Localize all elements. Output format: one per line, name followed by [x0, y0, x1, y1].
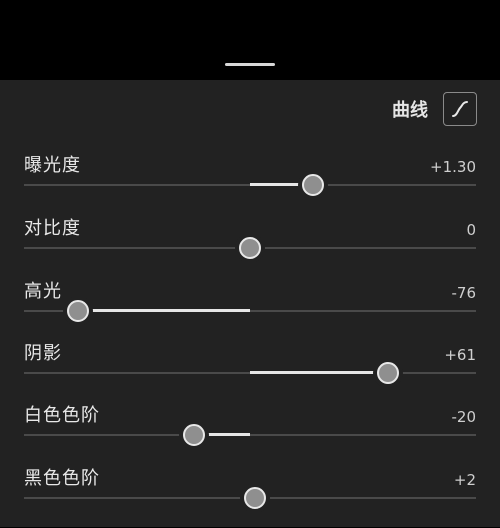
- slider-row-whites: 白色色阶 -20: [0, 405, 500, 465]
- slider-value: +1.30: [430, 158, 476, 176]
- slider-label: 高光: [24, 281, 62, 302]
- slider-value: 0: [466, 221, 476, 239]
- slider-value: +61: [444, 346, 476, 364]
- slider-value: -76: [451, 284, 477, 302]
- slider-label: 阴影: [24, 343, 62, 364]
- slider-fill: [78, 309, 250, 312]
- slider-row-contrast: 对比度 0: [0, 218, 500, 278]
- slider-row-highlights: 高光 -76: [0, 281, 500, 341]
- slider-value: -20: [451, 408, 477, 426]
- curve-label: 曲线: [392, 100, 428, 121]
- slider-label: 对比度: [24, 218, 81, 239]
- slider-value: +2: [453, 471, 476, 489]
- top-bar: [0, 0, 500, 80]
- slider-label: 黑色色阶: [24, 468, 100, 489]
- slider-thumb[interactable]: [302, 174, 325, 196]
- slider-thumb[interactable]: [243, 487, 266, 509]
- slider-thumb[interactable]: [239, 237, 261, 259]
- slider-label: 曝光度: [24, 155, 81, 176]
- curve-button[interactable]: [443, 92, 477, 126]
- slider-fill: [250, 371, 388, 374]
- slider-thumb[interactable]: [182, 424, 205, 446]
- slider-label: 白色色阶: [24, 405, 100, 426]
- slider-track[interactable]: [24, 434, 476, 436]
- tone-curve-icon: [452, 101, 468, 117]
- slider-row-shadows: 阴影 +61: [0, 343, 500, 403]
- slider-thumb[interactable]: [67, 300, 90, 322]
- slider-row-exposure: 曝光度 +1.30: [0, 155, 500, 215]
- slider-thumb[interactable]: [376, 362, 399, 384]
- sheet-grabber-handle[interactable]: [225, 63, 275, 66]
- slider-row-blacks: 黑色色阶 +2: [0, 468, 500, 528]
